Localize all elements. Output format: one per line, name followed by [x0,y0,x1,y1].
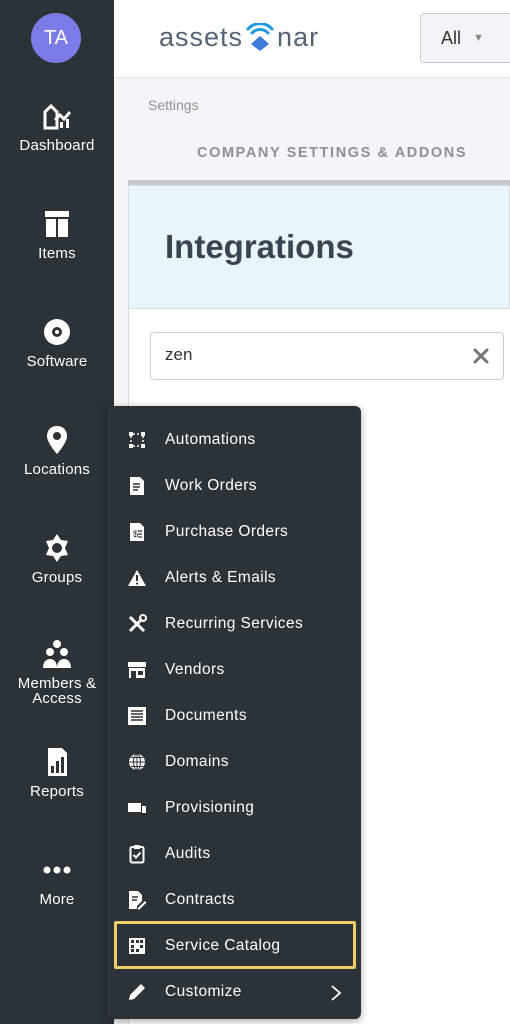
chevron-right-icon [331,985,342,1001]
alert-icon [126,567,148,589]
menu-item-documents[interactable]: Documents [107,693,361,739]
menu-item-recurring-services[interactable]: Recurring Services [107,601,361,647]
menu-item-label: Provisioning [165,799,255,816]
avatar-initials: TA [43,26,69,49]
service-catalog-icon [126,935,148,957]
menu-item-label: Contracts [165,891,235,908]
tab-company-settings-addons[interactable]: COMPANY SETTINGS & ADDONS [197,145,467,161]
sidebar-item-reports[interactable]: Reports [0,746,114,799]
contract-icon [126,889,148,911]
menu-item-domains[interactable]: Domains [107,739,361,785]
sidebar-item-groups[interactable]: Groups [0,532,114,585]
page-title: Integrations [165,228,354,265]
menu-item-service-catalog[interactable]: Service Catalog [107,923,361,969]
more-icon [43,866,71,874]
scope-select[interactable]: All ▼ [420,13,510,63]
sidebar-item-members-access[interactable]: Members & Access [0,638,114,706]
menu-item-label: Audits [165,845,211,862]
clipboard-check-icon [126,843,148,865]
sidebar-item-items[interactable]: Items [0,208,114,261]
assetsonar-logo[interactable]: assets nar [159,22,319,53]
logo-text-left: assets [159,22,244,52]
chevron-down-icon: ▼ [473,32,484,44]
menu-item-contracts[interactable]: Contracts [107,877,361,923]
search-input[interactable] [165,345,455,365]
sidebar-item-software[interactable]: Software [0,316,114,369]
svg-text:$: $ [133,529,138,539]
pencil-icon [126,981,148,1003]
menu-item-label: Recurring Services [165,615,304,632]
more-menu: Automations Work Orders $ Purchase Order… [107,406,361,1019]
menu-item-label: Alerts & Emails [165,569,277,586]
globe-icon [126,751,148,773]
storefront-icon [126,659,148,681]
members-icon [43,640,71,668]
menu-item-label: Work Orders [165,477,257,494]
menu-item-vendors[interactable]: Vendors [107,647,361,693]
breadcrumb[interactable]: Settings [148,97,199,113]
menu-item-automations[interactable]: Automations [107,417,361,463]
menu-item-work-orders[interactable]: Work Orders [107,463,361,509]
work-orders-icon [126,475,148,497]
menu-item-audits[interactable]: Audits [107,831,361,877]
software-icon [44,319,70,345]
items-icon [45,211,69,237]
sidebar-item-label: Groups [31,569,83,586]
sidebar-item-label: Locations [23,461,90,478]
reports-icon [48,748,67,776]
logo-signal-icon [246,22,274,51]
menu-item-label: Service Catalog [165,937,281,954]
tools-icon [126,613,148,635]
menu-item-label: Purchase Orders [165,523,289,540]
scope-select-value: All [441,27,462,48]
sidebar-item-label: More [39,891,75,908]
page-header-panel: Integrations [128,185,510,309]
user-avatar[interactable]: TA [31,13,81,63]
menu-item-label: Vendors [165,661,225,678]
top-header: assets nar All ▼ [114,0,510,78]
sidebar: TA Dashboard Items Software Locations Gr… [0,0,114,1024]
dashboard-icon [43,103,72,130]
sidebar-item-label: Software [26,353,88,370]
groups-icon [46,534,68,562]
sidebar-item-locations[interactable]: Locations [0,424,114,477]
provisioning-icon [126,797,148,819]
menu-item-alerts-emails[interactable]: Alerts & Emails [107,555,361,601]
purchase-orders-icon: $ [126,521,148,543]
clear-icon[interactable] [471,346,491,366]
menu-item-label: Documents [165,707,247,724]
menu-item-provisioning[interactable]: Provisioning [107,785,361,831]
automations-icon [126,429,148,451]
location-pin-icon [47,426,67,454]
menu-item-label: Domains [165,753,229,770]
sidebar-item-label: Dashboard [19,137,95,154]
sidebar-item-label: Items [38,245,76,262]
integration-search [150,332,504,380]
menu-item-label: Automations [165,431,256,448]
menu-item-customize[interactable]: Customize [107,969,361,1015]
documents-icon [126,705,148,727]
sidebar-item-label: Reports [30,783,84,800]
sidebar-item-label: Members & Access [17,675,97,707]
logo-text-right: nar [277,22,320,52]
menu-item-label: Customize [165,983,242,1000]
sidebar-item-more[interactable]: More [0,854,114,907]
sidebar-item-dashboard[interactable]: Dashboard [0,100,114,153]
menu-item-purchase-orders[interactable]: $ Purchase Orders [107,509,361,555]
